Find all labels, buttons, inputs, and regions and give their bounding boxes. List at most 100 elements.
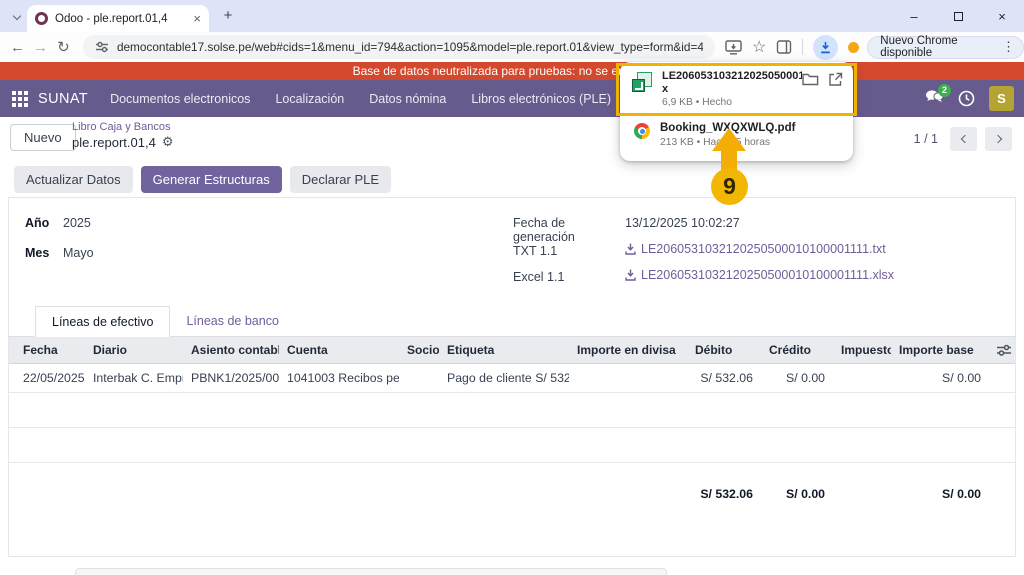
- empty-row: [9, 428, 1015, 463]
- excel-download-link[interactable]: LE2060531032120250500010100001111.xlsx: [625, 268, 894, 282]
- address-bar[interactable]: democontable17.solse.pe/web#cids=1&menu_…: [83, 35, 715, 59]
- month-field[interactable]: Mayo: [63, 246, 94, 260]
- extension-icon[interactable]: [848, 42, 859, 53]
- update-data-button[interactable]: Actualizar Datos: [14, 166, 133, 193]
- col-importe-divisa[interactable]: Importe en divisa: [569, 337, 687, 364]
- col-socio[interactable]: Socio: [399, 337, 439, 364]
- txt-download-link[interactable]: LE2060531032120250500010100001111.txt: [625, 242, 886, 256]
- cell-diario: Interbak C. Empresa: [85, 364, 183, 393]
- col-diario[interactable]: Diario: [85, 337, 183, 364]
- new-tab-button[interactable]: +: [218, 7, 238, 24]
- tab-title: Odoo - ple.report.01,4: [55, 13, 187, 25]
- excel-file-icon: [632, 72, 652, 92]
- col-asiento[interactable]: Asiento contable: [183, 337, 279, 364]
- chrome-update-button[interactable]: Nuevo Chrome disponible ⋮: [867, 36, 1024, 59]
- annotation-arrow-icon: [712, 128, 746, 151]
- reload-button[interactable]: ↻: [52, 38, 75, 56]
- generation-date-value: 13/12/2025 10:02:27: [625, 216, 740, 230]
- cell-socio: [399, 364, 439, 393]
- menu-datos-nomina[interactable]: Datos nómina: [369, 92, 446, 106]
- navbar-right: 2 S: [925, 80, 1014, 117]
- col-importe-base[interactable]: Importe base: [891, 337, 989, 364]
- close-window-button[interactable]: ×: [980, 0, 1024, 32]
- side-panel-icon[interactable]: [776, 39, 792, 55]
- download-filename: Booking_WXQXWLQ.pdf: [660, 122, 843, 135]
- downloads-button[interactable]: [813, 35, 838, 60]
- table-row[interactable]: 22/05/2025 Interbak C. Empresa PBNK1/202…: [9, 364, 1015, 393]
- txt-label: TXT 1.1: [513, 244, 625, 258]
- excel-label: Excel 1.1: [513, 270, 625, 284]
- download-filename-line2: x: [662, 83, 802, 96]
- menu-documentos-electronicos[interactable]: Documentos electronicos: [110, 92, 250, 106]
- declare-ple-button[interactable]: Declarar PLE: [290, 166, 391, 193]
- maximize-button[interactable]: [936, 0, 980, 32]
- total-importe-base: S/ 0.00: [891, 463, 989, 509]
- col-cuenta[interactable]: Cuenta: [279, 337, 399, 364]
- toolbar-icons: ☆: [725, 35, 859, 60]
- tab-search-chevron-icon[interactable]: [8, 8, 26, 26]
- col-options[interactable]: [989, 337, 1015, 364]
- new-record-button[interactable]: Nuevo: [10, 124, 76, 151]
- gear-icon[interactable]: ⚙: [162, 134, 174, 150]
- cell-fecha: 22/05/2025: [9, 364, 85, 393]
- activities-clock-icon[interactable]: [958, 90, 975, 107]
- back-button[interactable]: ←: [6, 39, 29, 56]
- empty-row: [9, 393, 1015, 428]
- pager-previous-button[interactable]: [950, 127, 977, 151]
- cell-impuesto: [833, 364, 891, 393]
- col-debito[interactable]: Débito: [687, 337, 761, 364]
- year-field[interactable]: 2025: [63, 216, 91, 230]
- apps-menu-icon[interactable]: [12, 91, 28, 107]
- col-fecha[interactable]: Fecha: [9, 337, 85, 364]
- col-etiqueta[interactable]: Etiqueta: [439, 337, 569, 364]
- send-to-device-icon[interactable]: [725, 40, 742, 55]
- annotation-step-badge: 9: [711, 168, 748, 205]
- messages-button[interactable]: 2: [925, 89, 944, 109]
- download-item-xlsx[interactable]: LE2060531032120250500010 x 6,9 KB • Hech…: [620, 64, 853, 114]
- cell-importe-divisa: [569, 364, 687, 393]
- table-header-row: Fecha Diario Asiento contable Cuenta Soc…: [9, 337, 1015, 364]
- cell-debito: S/ 532.06: [687, 364, 761, 393]
- neutralized-db-banner: Base de datos neutralizada para pruebas:…: [0, 62, 1024, 80]
- cash-lines-table: Fecha Diario Asiento contable Cuenta Soc…: [9, 337, 1015, 508]
- url-text: democontable17.solse.pe/web#cids=1&menu_…: [117, 40, 703, 54]
- menu-libros-ple[interactable]: Libros electrónicos (PLE): [471, 92, 611, 106]
- cell-cuenta: 1041003 Recibos pendi...: [279, 364, 399, 393]
- cell-credito: S/ 0.00: [761, 364, 833, 393]
- cell-asiento-link[interactable]: PBNK1/2025/00016: [183, 364, 279, 393]
- toolbar-separator: [802, 39, 803, 55]
- user-avatar[interactable]: S: [989, 86, 1014, 111]
- chrome-file-icon: [634, 123, 650, 139]
- pager-next-button[interactable]: [985, 127, 1012, 151]
- minimize-button[interactable]: –: [892, 0, 936, 32]
- generate-structures-button[interactable]: Generar Estructuras: [141, 166, 282, 193]
- open-file-icon[interactable]: [828, 72, 843, 87]
- browser-tab[interactable]: Odoo - ple.report.01,4 ×: [27, 5, 209, 32]
- year-label: Año: [25, 216, 63, 230]
- col-impuesto[interactable]: Impuesto: [833, 337, 891, 364]
- forward-button[interactable]: →: [29, 39, 52, 56]
- browser-window: Odoo - ple.report.01,4 × + – × ← → ↻ dem…: [0, 0, 1024, 575]
- notebook-tabs: Líneas de efectivo Líneas de banco: [9, 306, 1015, 337]
- cell-importe-base: S/ 0.00: [891, 364, 989, 393]
- cell-etiqueta: Pago de cliente S/ 532....: [439, 364, 569, 393]
- app-brand[interactable]: SUNAT: [38, 91, 88, 107]
- pager-count: 1 / 1: [914, 132, 938, 146]
- show-in-folder-icon[interactable]: [802, 72, 819, 86]
- col-credito[interactable]: Crédito: [761, 337, 833, 364]
- tab-close-icon[interactable]: ×: [193, 11, 201, 26]
- tab-bank-lines[interactable]: Líneas de banco: [170, 306, 294, 336]
- messages-count-badge: 2: [938, 84, 951, 97]
- breadcrumb-parent[interactable]: Libro Caja y Bancos: [72, 121, 174, 133]
- total-credito: S/ 0.00: [761, 463, 833, 509]
- menu-localizacion[interactable]: Localización: [275, 92, 344, 106]
- browser-menu-icon[interactable]: ⋮: [1002, 39, 1015, 55]
- maximize-icon: [954, 12, 963, 21]
- optional-columns-icon: [997, 344, 1011, 356]
- form-sheet: Año 2025 Mes Mayo Fecha de generación 13…: [8, 197, 1016, 557]
- record-pager: 1 / 1: [914, 127, 1012, 151]
- tab-cash-lines[interactable]: Líneas de efectivo: [35, 306, 170, 337]
- bookmark-star-icon[interactable]: ☆: [752, 37, 766, 57]
- site-settings-icon[interactable]: [95, 40, 109, 54]
- download-meta: 6,9 KB • Hecho: [662, 97, 802, 108]
